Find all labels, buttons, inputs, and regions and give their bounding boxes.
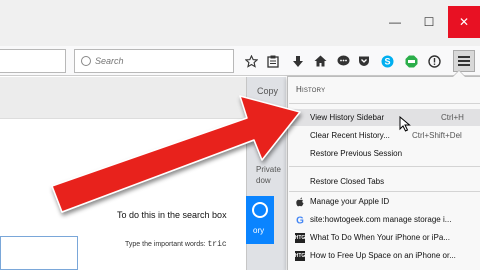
annotation-arrow-icon <box>51 95 301 213</box>
screenshot-frame: — ☐ ✕ Search S To do this in the search … <box>0 0 480 270</box>
